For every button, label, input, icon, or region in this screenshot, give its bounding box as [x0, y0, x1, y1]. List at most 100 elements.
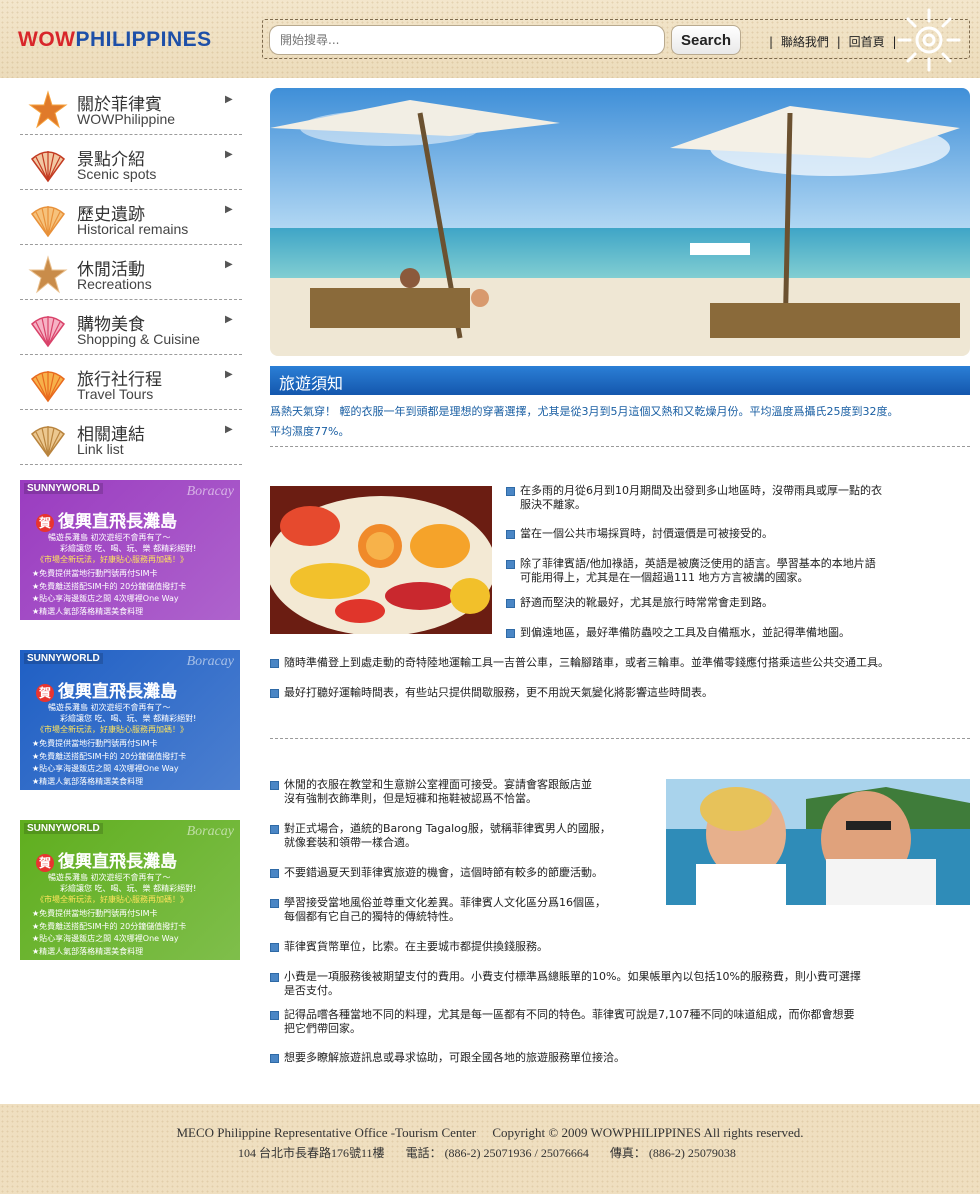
sidebar-item-label-en: Recreations — [77, 276, 152, 292]
intro-line: 爲熱天氣穿！ 輕的衣服一年到頭都是理想的穿著選擇，尤其是從3月到5月這個又熱和又… — [270, 405, 899, 418]
sidebar-item-label-en: Shopping & Cuisine — [77, 331, 200, 347]
footer-fax: 傳真： (886-2) 25079038 — [609, 1146, 736, 1160]
tip-text: 當在一個公共市場採買時，討價還價是可被接受的。 — [520, 527, 773, 540]
ad-list-item: ★免費提供當地行動門號再付SIM卡 — [32, 739, 158, 748]
tip-list-item: 菲律賓貨幣單位，比索。在主要城市都提供換錢服務。 — [270, 940, 950, 954]
home-link[interactable]: 回首頁 — [849, 35, 885, 49]
ad-line: 彩繪讓您 吃、喝、玩、樂 都精彩絕對! — [60, 884, 197, 893]
tip-list-item: 最好打聽好運輸時間表，有些站只提供間歇服務，更不用說天氣變化將影響這些時間表。 — [270, 686, 978, 700]
divider — [270, 446, 970, 447]
tip-text: 休閒的衣服在教堂和生意辦公室裡面可接受。宴請會客跟飯店並 — [284, 778, 592, 791]
ad-list: ★免費提供當地行動門號再付SIM卡 ★免費離送搭配SIM卡的 20分鐘儲值撥打卡 ★… — [32, 908, 186, 958]
ad-list: ★免費提供當地行動門號再付SIM卡 ★免費離送搭配SIM卡的 20分鐘儲值撥打卡 ★… — [32, 568, 186, 618]
ad-title: 賀復興直飛長灘島 — [36, 507, 177, 532]
ad-ga-badge: 賀 — [36, 854, 54, 872]
sidebar-item-link-list[interactable]: 相關連結 Link list ▶ — [20, 410, 242, 465]
sidebar-item-scenic-spots[interactable]: 景點介紹 Scenic spots ▶ — [20, 135, 242, 190]
scallop-shell-icon — [30, 206, 66, 238]
ad-banner-boracay-blue[interactable]: SUNNYWORLD Boracay 賀復興直飛長灘島 暢遊長灘島 初次遊經不會再有了… — [20, 650, 240, 790]
intro-text: 爲熱天氣穿！ 輕的衣服一年到頭都是理想的穿著選擇，尤其是從3月到5月這個又熱和又… — [270, 402, 970, 442]
sidebar-item-label-en: WOWPhilippine — [77, 111, 176, 127]
tip-text: 到偏遠地區，最好準備防蟲咬之工具及自備瓶水，並記得準備地圖。 — [520, 626, 850, 639]
footer-address: 104 台北市長春路176號11樓 — [238, 1146, 385, 1160]
tip-list-item: 對正式場合，遒統的Barong Tagalog服，號稱菲律賓男人的國服， 就像套裝… — [270, 822, 660, 850]
sidebar-item-recreations[interactable]: 休閒活動 Recreations ▶ — [20, 245, 242, 300]
contact-us-link[interactable]: 聯絡我們 — [781, 35, 829, 49]
tip-text: 服決不離家。 — [520, 498, 586, 511]
ad-banner-boracay-purple[interactable]: SUNNYWORLD Boracay 賀復興直飛長灘島 暢遊長灘島 初次遊經不會再有了… — [20, 480, 240, 620]
sidebar-item-historical-remains[interactable]: 歷史遺跡 Historical remains ▶ — [20, 190, 242, 245]
tip-text: 想要多瞭解旅遊訊息或尋求協助，可跟全國各地的旅遊服務單位接洽。 — [284, 1051, 625, 1064]
divider — [270, 738, 970, 739]
tip-list-item: 想要多瞭解旅遊訊息或尋求協助，可跟全國各地的旅遊服務單位接洽。 — [270, 1051, 950, 1065]
ad-line: 《市場全新玩法，好康貼心服務再加碼！》 — [36, 555, 188, 564]
tip-list-item: 當在一個公共市場採買時，討價還價是可被接受的。 — [506, 527, 976, 541]
search-button[interactable]: Search — [671, 25, 741, 55]
logo-wow-text: WOW — [18, 28, 76, 51]
ad-ga-badge: 賀 — [36, 514, 54, 532]
tip-text: 隨時準備登上到處走動的奇特陸地運輸工具一吉普公車，三輪腳踏車，或者三輪車。並準備… — [284, 656, 889, 669]
tip-text: 菲律賓貨幣單位，比索。在主要城市都提供換錢服務。 — [284, 940, 548, 953]
ad-title: 賀復興直飛長灘島 — [36, 677, 177, 702]
intro-line: 平均濕度77%。 — [270, 425, 350, 438]
ad-line: 彩繪讓您 吃、喝、玩、樂 都精彩絕對! — [60, 714, 197, 723]
separator: | — [769, 35, 774, 49]
ad-line: 暢遊長灘島 初次遊經不會再有了～ — [48, 873, 171, 882]
sidebar-nav: 關於菲律賓 WOWPhilippine ▶ 景點介紹 Scenic spots ▶ 歷史遺跡… — [20, 80, 242, 465]
tip-text: 舒適而堅決的靴最好，尤其是旅行時常常會走到路。 — [520, 596, 773, 609]
tip-text: 對正式場合，遒統的Barong Tagalog服，號稱菲律賓男人的國服， — [284, 822, 611, 835]
ad-list-item: ★貼心享海邊飯店之間 4次哪裡One Way — [32, 764, 179, 773]
tip-text: 每個都有它自己的獨特的傳統特性。 — [284, 910, 460, 923]
tip-list-item: 休閒的衣服在教堂和生意辦公室裡面可接受。宴請會客跟飯店並 沒有強制衣飾準則，但是短… — [270, 778, 660, 806]
ad-list: ★免費提供當地行動門號再付SIM卡 ★免費離送搭配SIM卡的 20分鐘儲值撥打卡 ★… — [32, 738, 186, 788]
ad-list-item: ★精選人氣部落格精選美食料理 — [32, 946, 144, 956]
tip-list-item: 小費是一項服務後被期望支付的費用。小費支付標準爲總賬單的10%。如果帳單內以包括… — [270, 970, 950, 998]
ad-line: 彩繪讓您 吃、喝、玩、樂 都精彩絕對! — [60, 544, 197, 553]
scallop-shell-icon — [30, 151, 66, 183]
arrow-right-icon: ▶ — [225, 314, 233, 325]
ad-place: Boracay — [186, 484, 234, 499]
ad-brand: SUNNYWORLD — [24, 483, 103, 494]
sidebar-item-shopping-cuisine[interactable]: 購物美食 Shopping & Cuisine ▶ — [20, 300, 242, 355]
tip-list-item: 除了菲律賓語/他加祿語，英語是被廣泛使用的語言。學習基本的本地片語 可能用得上，尤… — [506, 557, 976, 585]
starfish-icon — [28, 90, 68, 129]
ad-brand: SUNNYWORLD — [24, 653, 103, 664]
scallop-shell-icon — [30, 371, 66, 403]
tip-list-item: 記得品嚐各種當地不同的料理，尤其是每一區都有不同的特色。菲律賓可說是7,107種… — [270, 1008, 950, 1036]
arrow-right-icon: ▶ — [225, 369, 233, 380]
search-bar: Search | 聯絡我們 | 回首頁 | — [262, 19, 970, 59]
site-footer: MECO Philippine Representative Office -T… — [0, 1104, 980, 1194]
sidebar-item-travel-tours[interactable]: 旅行社行程 Travel Tours ▶ — [20, 355, 242, 410]
tip-text: 可能用得上，尤其是在一個超過111 地方方言被講的國家。 — [520, 571, 809, 584]
tip-text: 就像套裝和領帶一樣合適。 — [284, 836, 416, 849]
ad-place: Boracay — [186, 654, 234, 669]
tip-text: 最好打聽好運輸時間表，有些站只提供間歇服務，更不用說天氣變化將影響這些時間表。 — [284, 686, 713, 699]
tip-list-item: 舒適而堅決的靴最好，尤其是旅行時常常會走到路。 — [506, 596, 976, 610]
scallop-shell-icon — [30, 426, 66, 458]
ad-list-item: ★精選人氣部落格精選美食料理 — [32, 606, 144, 616]
ad-brand: SUNNYWORLD — [24, 823, 103, 834]
tip-text: 小費是一項服務後被期望支付的費用。小費支付標準爲總賬單的10%。如果帳單內以包括… — [284, 970, 861, 983]
ad-place: Boracay — [186, 824, 234, 839]
ad-banner-boracay-green[interactable]: SUNNYWORLD Boracay 賀復興直飛長灘島 暢遊長灘島 初次遊經不會再有了… — [20, 820, 240, 960]
starfish-icon — [28, 255, 68, 294]
tip-list-item: 在多雨的月從6月到10月期間及出發到多山地區時，沒帶雨具或厚一點的衣 服決不離家。 — [506, 484, 976, 512]
footer-copyright: MECO Philippine Representative Office -T… — [176, 1125, 804, 1140]
tip-list-item: 學習接受當地風俗並尊重文化差異。菲律賓人文化區分爲16個區， 每個都有它自己的獨特… — [270, 896, 660, 924]
sidebar-item-wowphilippine[interactable]: 關於菲律賓 WOWPhilippine ▶ — [20, 80, 242, 135]
tip-list-item: 到偏遠地區，最好準備防蟲咬之工具及自備瓶水，並記得準備地圖。 — [506, 626, 976, 640]
arrow-right-icon: ▶ — [225, 94, 233, 105]
site-logo[interactable]: WOWPHILIPPINES — [18, 28, 212, 52]
arrow-right-icon: ▶ — [225, 259, 233, 270]
tip-text: 除了菲律賓語/他加祿語，英語是被廣泛使用的語言。學習基本的本地片語 — [520, 557, 876, 570]
tip-text: 把它們帶回家。 — [284, 1022, 361, 1035]
tip-text: 學習接受當地風俗並尊重文化差異。菲律賓人文化區分爲16個區， — [284, 896, 606, 909]
sun-icon — [897, 8, 961, 72]
top-links: | 聯絡我們 | 回首頁 | — [767, 33, 898, 50]
arrow-right-icon: ▶ — [225, 424, 233, 435]
ad-title-text: 復興直飛長灘島 — [58, 852, 177, 872]
sidebar-item-label-en: Travel Tours — [77, 386, 154, 402]
ad-line: 《市場全新玩法，好康貼心服務再加碼！》 — [36, 725, 188, 734]
ad-list-item: ★貼心享海邊飯店之間 4次哪裡One Way — [32, 934, 179, 943]
search-input[interactable] — [269, 25, 665, 55]
